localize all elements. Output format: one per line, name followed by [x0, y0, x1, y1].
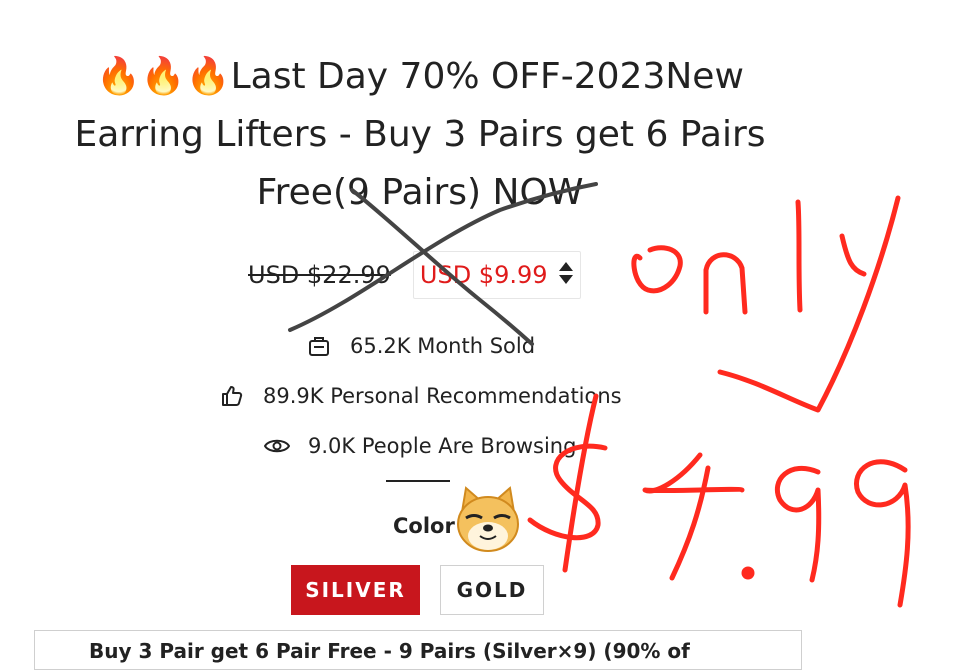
eye-icon	[264, 433, 290, 459]
stat-text: 65.2K Month Sold	[350, 334, 536, 358]
handwritten-price	[527, 393, 911, 608]
original-price: USD $22.99	[248, 261, 391, 289]
color-option-siliver[interactable]: SILIVER	[291, 565, 420, 615]
color-label: Color	[393, 514, 455, 538]
divider	[386, 480, 450, 482]
stat-browsing: 9.0K People Are Browsing	[264, 433, 576, 459]
currency-price-selector[interactable]: USD $9.99	[412, 251, 581, 299]
stat-text: 89.9K Personal Recommendations	[263, 384, 622, 408]
shopping-bag-icon	[306, 333, 332, 359]
bundle-option[interactable]: Buy 3 Pair get 6 Pair Free - 9 Pairs (Si…	[34, 630, 802, 670]
sale-price: USD $9.99	[419, 261, 548, 289]
stat-recommendations: 89.9K Personal Recommendations	[219, 383, 622, 409]
stat-month-sold: 65.2K Month Sold	[306, 333, 535, 359]
price-row: USD $22.99 USD $9.99	[248, 250, 581, 300]
product-title: 🔥🔥🔥Last Day 70% OFF-2023New Earring Lift…	[74, 56, 766, 213]
doge-sticker	[452, 482, 524, 554]
color-option-gold[interactable]: GOLD	[440, 565, 544, 615]
stat-text: 9.0K People Are Browsing	[308, 434, 577, 458]
sort-arrows-icon[interactable]	[558, 260, 574, 290]
thumbs-up-icon	[219, 383, 245, 409]
handwritten-only	[631, 195, 901, 413]
